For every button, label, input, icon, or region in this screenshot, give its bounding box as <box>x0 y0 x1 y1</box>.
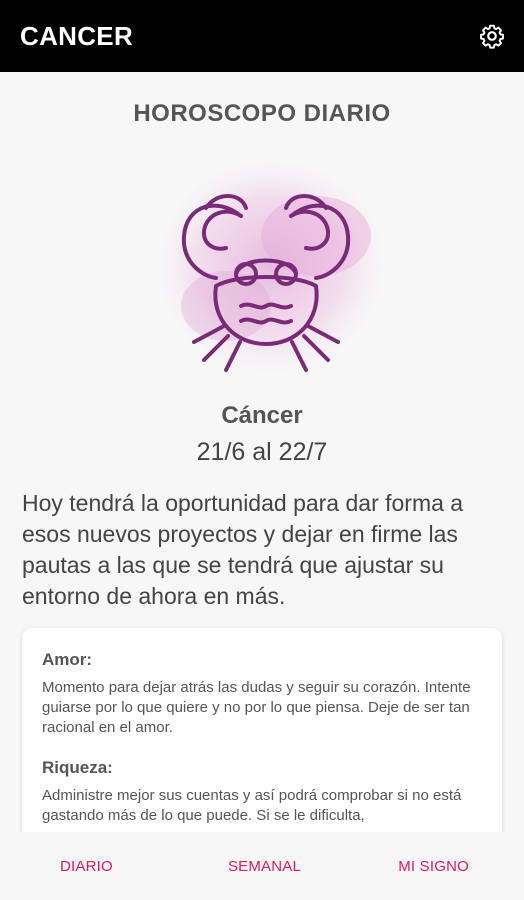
content-scroll[interactable]: HOROSCOPO DIARIO Cáncer 21/6 al 22/7 Hoy… <box>0 72 524 832</box>
wealth-heading: Riqueza: <box>42 758 113 777</box>
nav-tab-mi-signo[interactable]: MI SIGNO <box>333 858 524 875</box>
love-text: Momento para dejar atrás las dudas y seg… <box>42 679 471 736</box>
daily-horoscope-text: Hoy tendrá la oportunidad para dar forma… <box>22 490 464 609</box>
app-screen: CANCER HOROSCOPO DIARIO Cáncer 21/6 al 2… <box>0 0 524 900</box>
nav-tab-semanal[interactable]: SEMANAL <box>196 858 332 875</box>
gear-icon <box>480 24 504 49</box>
love-heading: Amor: <box>42 650 93 669</box>
sign-name: Cáncer <box>221 402 303 429</box>
bottom-navigation: DIARIO SEMANAL MI SIGNO <box>0 832 524 900</box>
app-title: CANCER <box>20 20 134 51</box>
wealth-text: Administre mejor sus cuentas y así podrá… <box>42 787 462 824</box>
cancer-crab-icon <box>159 161 383 372</box>
section-title: HOROSCOPO DIARIO <box>133 100 391 127</box>
app-bar: CANCER <box>0 0 524 72</box>
horoscope-details-card: Amor: Momento para dejar atrás las dudas… <box>22 628 502 832</box>
sign-dates: 21/6 al 22/7 <box>196 438 328 466</box>
settings-button[interactable] <box>476 20 508 52</box>
nav-tab-diario[interactable]: DIARIO <box>0 858 196 875</box>
